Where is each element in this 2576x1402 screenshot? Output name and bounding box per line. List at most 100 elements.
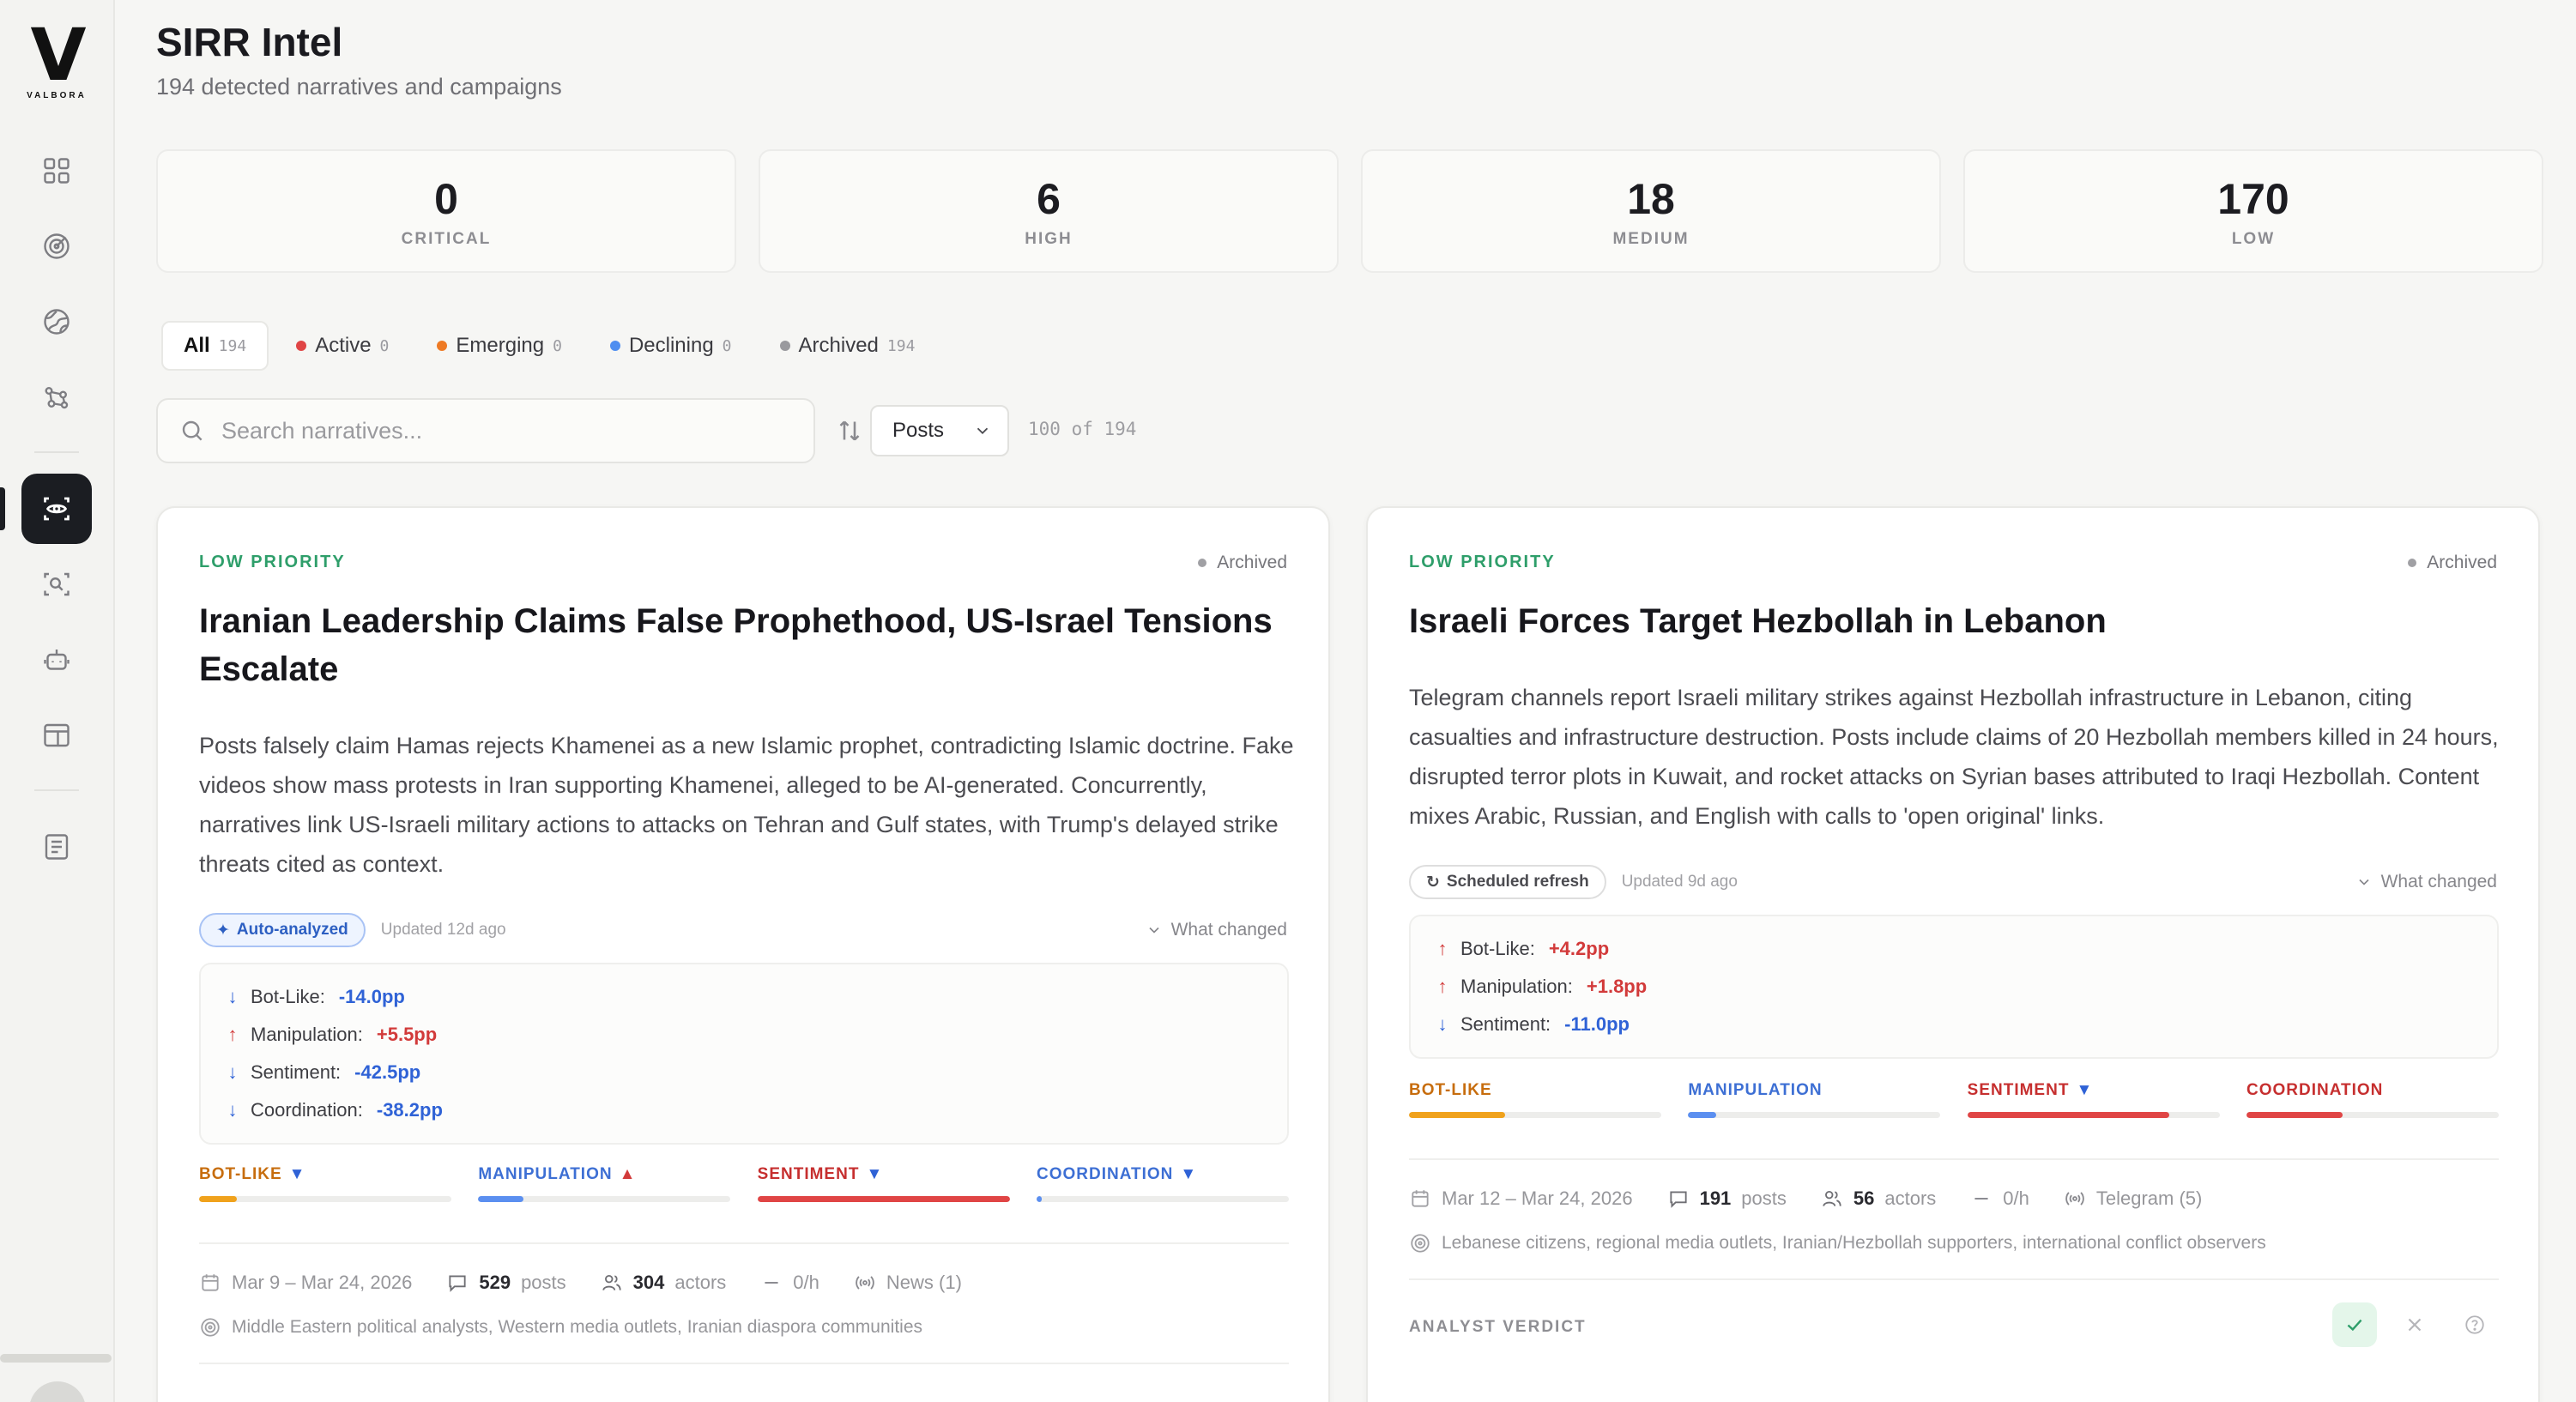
nav-network[interactable] [21, 362, 92, 432]
change-value: +5.5pp [376, 1024, 438, 1045]
status-badge: Archived [2408, 553, 2497, 573]
avatar[interactable] [29, 1381, 86, 1402]
broadcast-icon [856, 1276, 874, 1290]
tab-all[interactable]: All 194 [161, 321, 269, 371]
search-icon [182, 420, 203, 441]
tab-archived[interactable]: Archived 194 [759, 321, 936, 371]
narrative-card[interactable]: LOW PRIORITY Archived Iranian Leadership… [156, 506, 1330, 1402]
badge-label: Scheduled refresh [1446, 873, 1589, 891]
reject-verdict-button[interactable] [2392, 1302, 2437, 1347]
nav-dashboard[interactable] [21, 136, 92, 206]
tab-label: All [184, 334, 210, 357]
confirm-verdict-button[interactable] [2332, 1302, 2377, 1347]
narrative-card[interactable]: LOW PRIORITY Archived Israeli Forces Tar… [1366, 506, 2540, 1402]
sidebar-scrollbar[interactable] [0, 1354, 112, 1363]
grid-icon [44, 158, 70, 184]
nav-globe[interactable] [21, 287, 92, 357]
narrative-title[interactable]: Israeli Forces Target Hezbollah in Leban… [1409, 597, 2499, 645]
tab-label: Declining [628, 334, 714, 357]
metric-bars: BOT-LIKE MANIPULATION SENTIMENT ▼ COORDI… [1409, 1081, 2499, 1118]
brand-logo[interactable]: V VALBORA [22, 19, 91, 100]
what-changed-toggle[interactable]: What changed [1146, 920, 1287, 940]
metric-label-text: COORDINATION [2246, 1081, 2384, 1099]
nav-bots[interactable] [21, 625, 92, 695]
metric-bars: BOT-LIKE ▼ MANIPULATION ▲ SENTIMENT ▼ CO… [199, 1165, 1289, 1202]
search-box[interactable] [156, 398, 815, 463]
tab-declining[interactable]: Declining 0 [590, 321, 753, 371]
nav-reports[interactable] [21, 812, 92, 882]
triangle-up-icon: ▲ [619, 1165, 637, 1183]
updated-time: Updated 12d ago [380, 921, 506, 939]
narrative-title[interactable]: Iranian Leadership Claims False Propheth… [199, 597, 1289, 693]
post-rate: 0/h [760, 1272, 819, 1294]
post-count: 529 posts [446, 1272, 566, 1294]
metric-fill [757, 1196, 1010, 1202]
change-label: Bot-Like: [1460, 938, 1535, 959]
unsure-verdict-button[interactable] [2452, 1302, 2497, 1347]
triangle-down-icon: ▼ [1180, 1165, 1198, 1183]
stat-low: 170 LOW [1963, 149, 2543, 273]
what-changed-label: What changed [2380, 872, 2497, 891]
metric-label: BOT-LIKE [1409, 1081, 1661, 1100]
stat-high: 6 HIGH [759, 149, 1339, 273]
metric-label-text: BOT-LIKE [199, 1165, 282, 1183]
scheduled-refresh-badge: ↻ Scheduled refresh [1409, 865, 1606, 899]
search-input[interactable] [221, 417, 788, 444]
users-icon [602, 1274, 621, 1290]
stat-label: CRITICAL [401, 230, 492, 248]
metric-label-text: SENTIMENT [1967, 1081, 2070, 1099]
meta-row: Mar 9 – Mar 24, 2026 529 posts 304 actor… [199, 1272, 962, 1294]
actor-count-value: 304 [632, 1272, 665, 1293]
target-audience: Lebanese citizens, regional media outlet… [1409, 1232, 2266, 1254]
scan-search-icon [44, 572, 70, 596]
tab-active[interactable]: Active 0 [275, 321, 409, 371]
metric-track [1967, 1112, 2220, 1118]
arrow-down-icon: ↓ [227, 1099, 238, 1121]
sort-icon[interactable] [834, 415, 865, 446]
priority-label: LOW PRIORITY [1409, 553, 1556, 571]
triangle-down-icon: ▼ [866, 1165, 884, 1183]
change-row: ↓ Sentiment: -11.0pp [1433, 1006, 2475, 1043]
source-text: Telegram (5) [2095, 1187, 2203, 1209]
sort-selected-value: Posts [892, 419, 945, 442]
status-dot [2408, 559, 2417, 567]
status-dot [609, 341, 620, 351]
change-row: ↑ Manipulation: +5.5pp [223, 1016, 1265, 1054]
what-changed-label: What changed [1170, 920, 1287, 940]
chevron-down-icon [1148, 927, 1159, 934]
target-icon [201, 1318, 220, 1337]
nav-investigate[interactable] [21, 549, 92, 619]
source-platforms: News (1) [854, 1272, 962, 1294]
divider [1409, 1278, 2499, 1280]
analyst-verdict-label: ANALYST VERDICT [1409, 1318, 1587, 1336]
change-label: Bot-Like: [251, 986, 325, 1007]
change-row: ↑ Bot-Like: +4.2pp [1433, 930, 2475, 968]
stat-label: MEDIUM [1612, 230, 1690, 248]
nav-layout[interactable] [21, 700, 92, 770]
tab-emerging[interactable]: Emerging 0 [416, 321, 583, 371]
globe-icon [44, 309, 70, 335]
what-changed-toggle[interactable]: What changed [2355, 872, 2497, 892]
actor-count: 304 actors [601, 1272, 726, 1294]
actor-count-label: actors [1884, 1187, 1937, 1209]
change-row: ↓ Coordination: -38.2pp [223, 1091, 1265, 1129]
stat-critical: 0 CRITICAL [156, 149, 736, 273]
change-value: +4.2pp [1548, 938, 1610, 959]
minus-icon [1974, 1198, 1988, 1200]
date-range-text: Mar 12 – Mar 24, 2026 [1442, 1187, 1633, 1209]
narrative-description: Telegram channels report Israeli militar… [1409, 685, 2499, 829]
metric-label: COORDINATION ▼ [1037, 1165, 1289, 1184]
verdict-actions [2332, 1302, 2497, 1347]
sort-select[interactable]: Posts [870, 405, 1009, 456]
metric-label: BOT-LIKE ▼ [199, 1165, 451, 1184]
calendar-icon [1412, 1190, 1429, 1207]
actor-count-value: 56 [1853, 1187, 1875, 1209]
minus-icon [765, 1282, 778, 1284]
change-value: -11.0pp [1564, 1013, 1630, 1035]
stat-value: 18 [1627, 175, 1675, 223]
metric-fill [2246, 1112, 2343, 1118]
priority-label: LOW PRIORITY [199, 553, 346, 571]
nav-radar[interactable] [21, 211, 92, 281]
status-text: Archived [2427, 553, 2497, 572]
nav-intel[interactable] [0, 474, 92, 544]
